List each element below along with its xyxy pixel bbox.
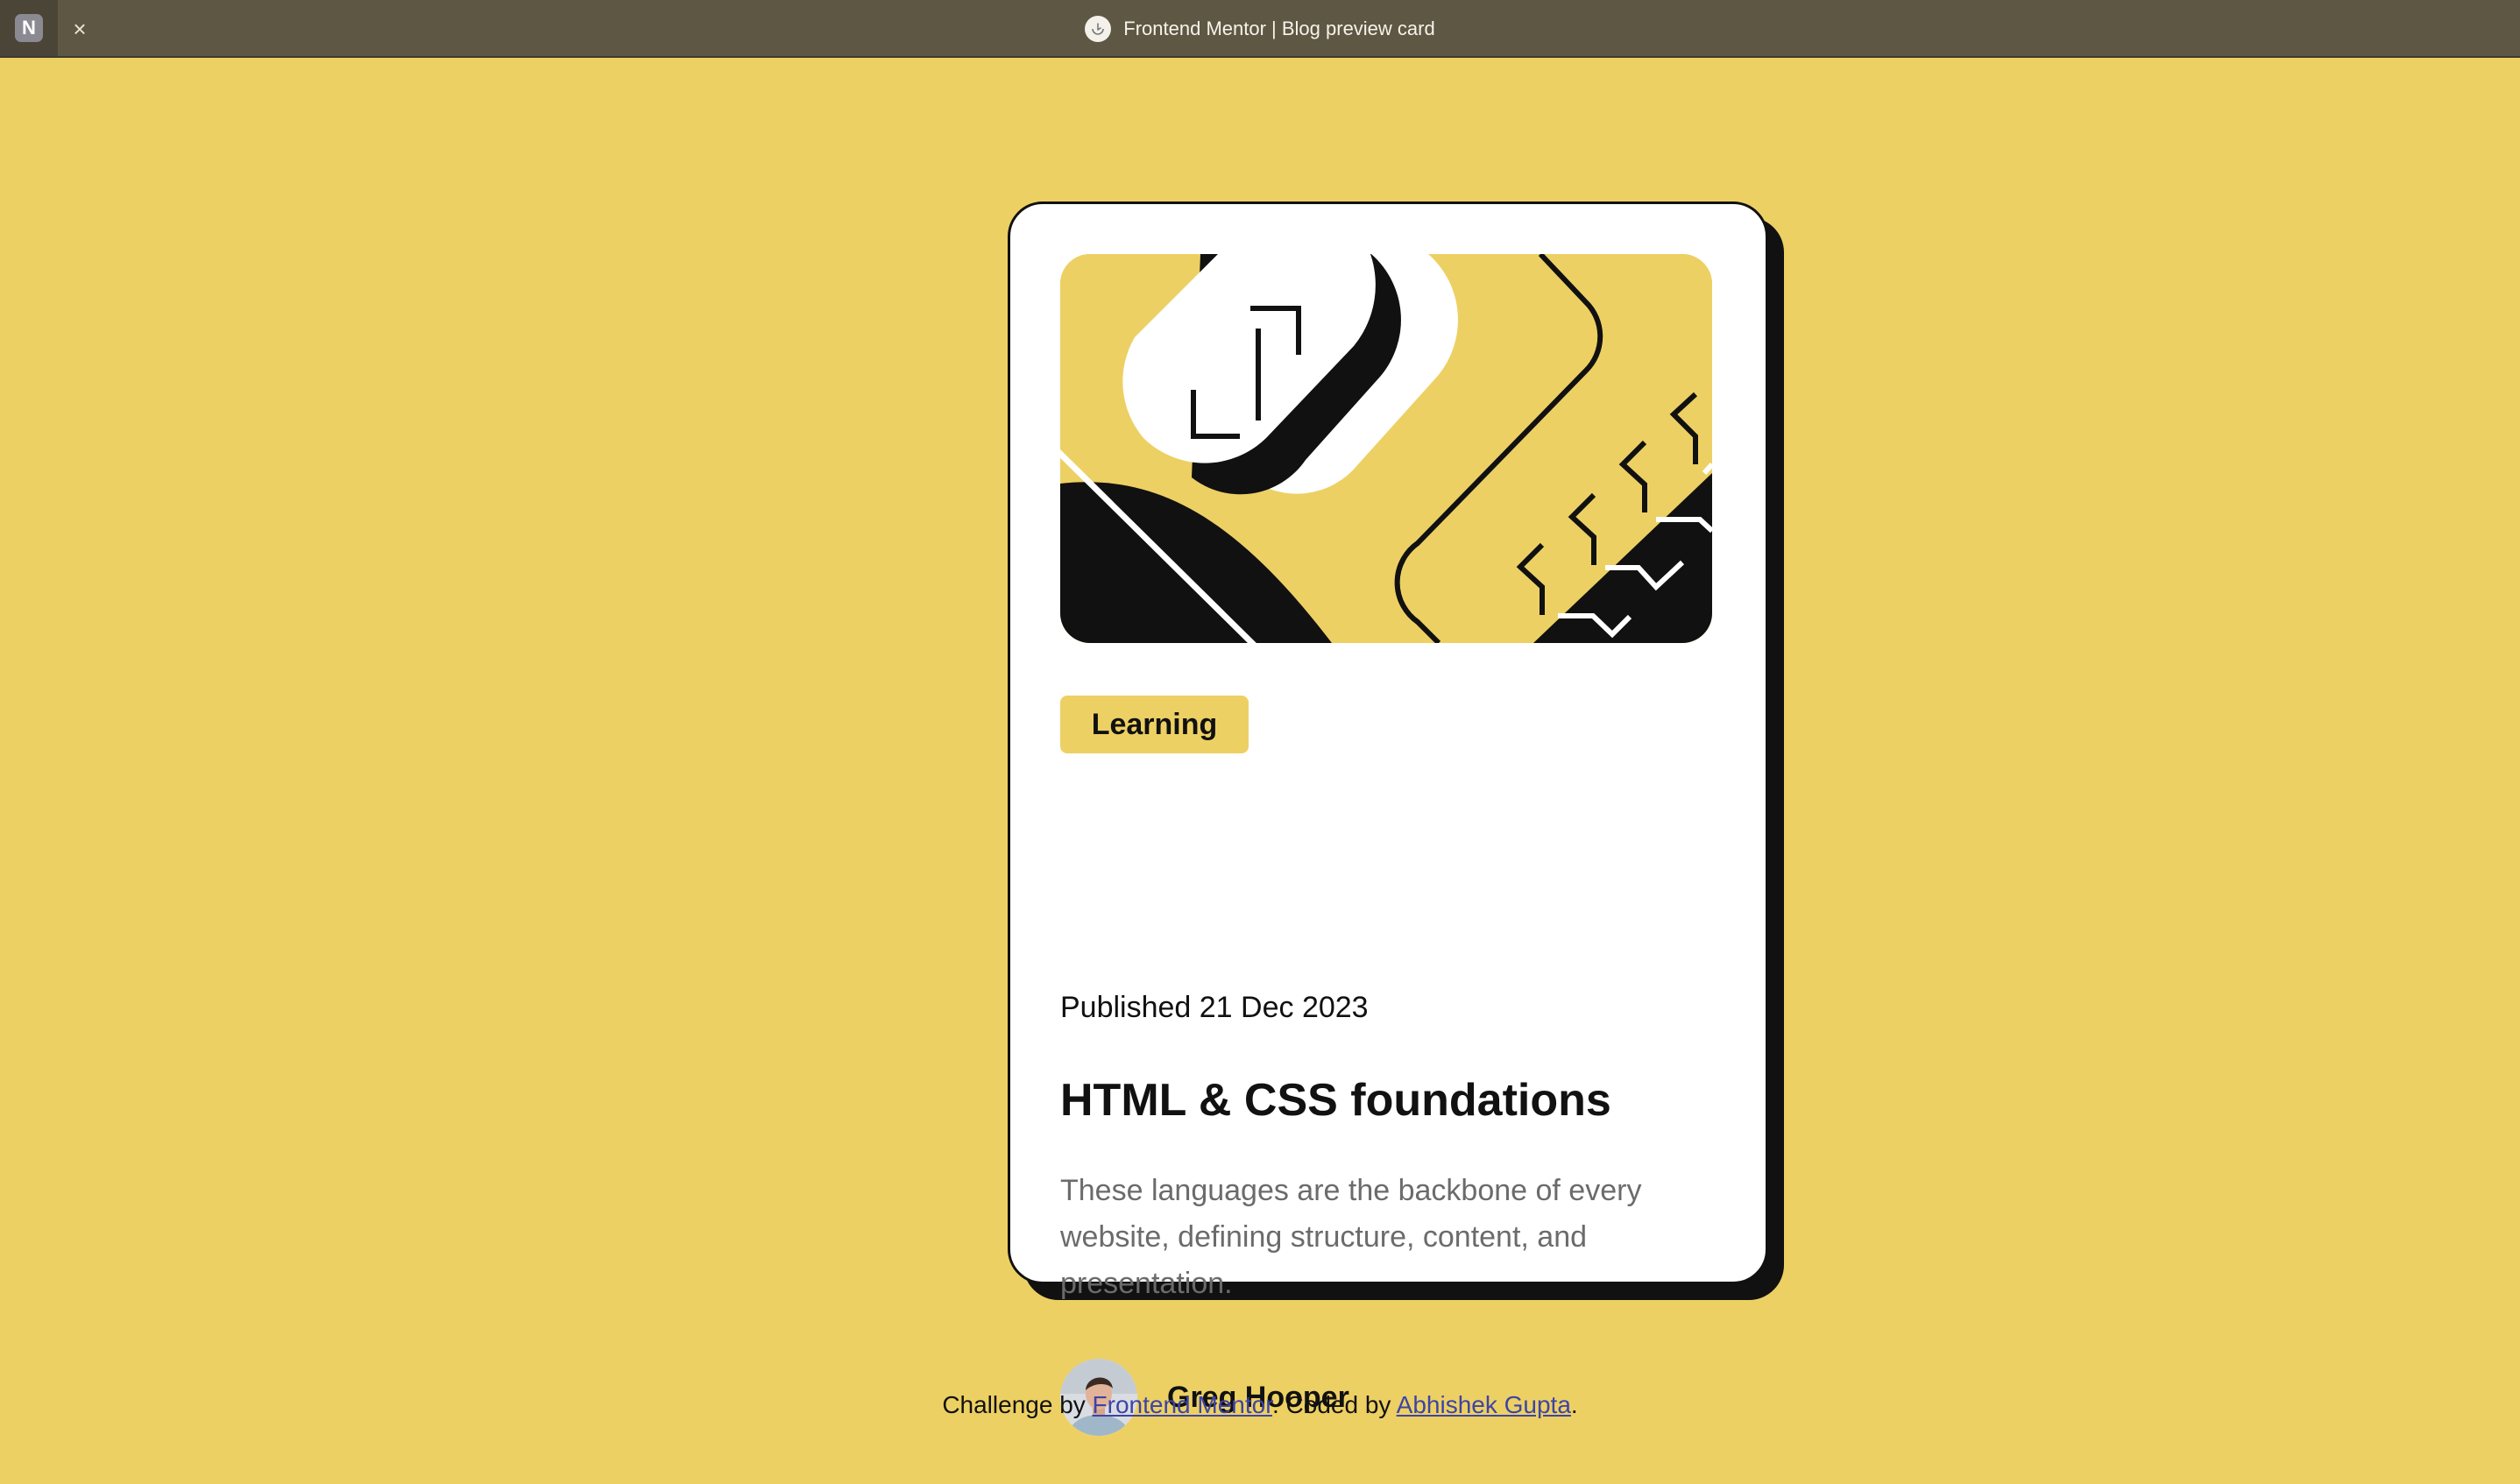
tab-title: Frontend Mentor | Blog preview card bbox=[1123, 18, 1435, 39]
frontend-mentor-link[interactable]: Frontend Mentor bbox=[1093, 1391, 1272, 1418]
browser-tab-bar: N × Frontend Mentor | Blog preview card bbox=[0, 0, 2520, 58]
attribution: Challenge by Frontend Mentor. Coded by A… bbox=[0, 1391, 2520, 1419]
notion-app-icon: N bbox=[15, 14, 43, 42]
app-icon-button[interactable]: N bbox=[0, 0, 58, 56]
tab-title-container: Frontend Mentor | Blog preview card bbox=[0, 0, 2520, 58]
frontend-mentor-favicon-icon bbox=[1085, 16, 1112, 42]
card-description: These languages are the backbone of ever… bbox=[1060, 1174, 1642, 1300]
author-link[interactable]: Abhishek Gupta bbox=[1397, 1391, 1571, 1418]
blog-preview-card: Learning Published 21 Dec 2023 HTML & CS… bbox=[1008, 201, 1768, 1436]
published-date: Published 21 Dec 2023 bbox=[1060, 991, 1369, 1024]
attribution-middle: . Coded by bbox=[1272, 1391, 1397, 1418]
attribution-prefix: Challenge by bbox=[942, 1391, 1093, 1418]
attribution-suffix: . bbox=[1570, 1391, 1578, 1418]
category-tag[interactable]: Learning bbox=[1060, 696, 1249, 753]
close-tab-icon[interactable]: × bbox=[68, 18, 91, 40]
hero-illustration bbox=[1060, 254, 1712, 643]
card-title[interactable]: HTML & CSS foundations bbox=[1060, 1074, 1611, 1127]
hero-illustration-svg bbox=[1060, 254, 1712, 643]
